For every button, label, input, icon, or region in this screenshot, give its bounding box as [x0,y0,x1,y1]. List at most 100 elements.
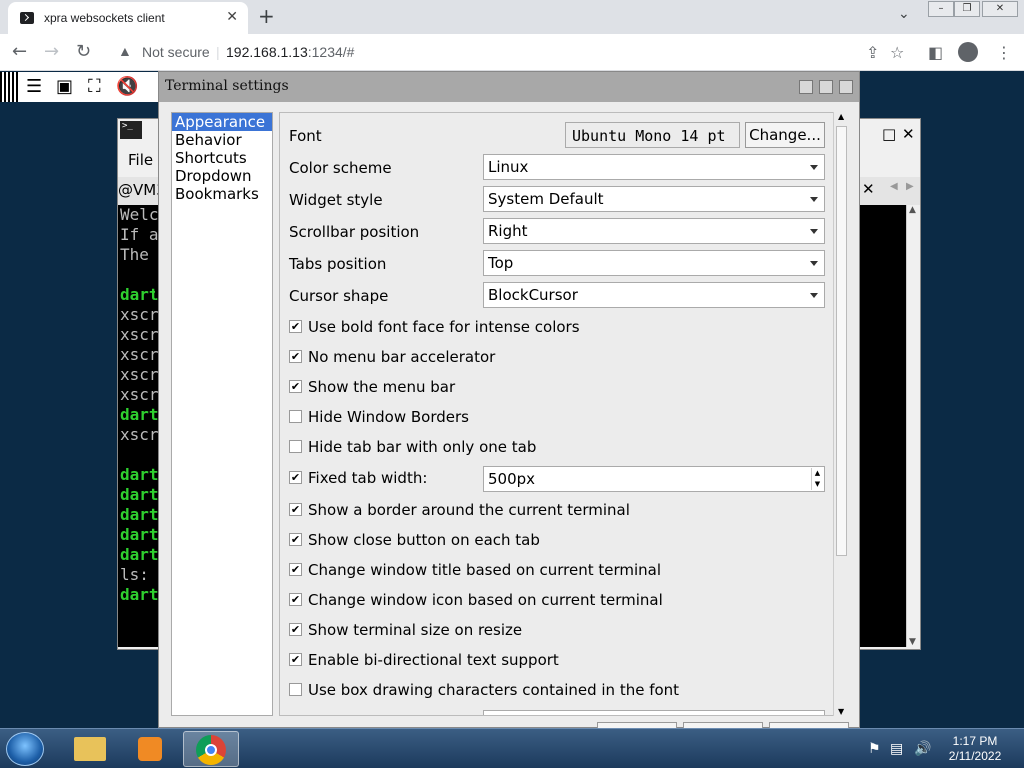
category-dropdown[interactable]: Dropdown [172,167,272,185]
minimize-window-button[interactable]: – [928,1,954,17]
back-arrow-icon[interactable]: ← [12,41,27,62]
network-icon[interactable]: ▤ [890,741,903,757]
volume-icon[interactable]: 🔊 [914,741,931,757]
address-bar[interactable]: ▲ Not secure | 192.168.1.13:1234/# [108,38,888,66]
category-bookmarks[interactable]: Bookmarks [172,185,272,203]
action-center-flag-icon[interactable]: ⚑ [868,741,881,757]
mute-speaker-icon[interactable]: 🔇 [116,76,138,97]
checkbox-icon[interactable]: ✔ [289,471,302,484]
checkbox-icon[interactable]: ✔ [289,503,302,516]
tab-close-icon[interactable]: ✕ [226,9,238,25]
terminal-close-icon[interactable]: ✕ [902,125,915,143]
terminal-scrollbar[interactable]: ▲ ▼ [906,205,920,647]
not-secure-label[interactable]: Not secure [142,44,210,60]
cursor-shape-label: Cursor shape [289,287,389,305]
dialog-title: Terminal settings [165,78,289,94]
dialog-minimize-icon[interactable] [799,80,813,94]
font-value: Ubuntu Mono 14 pt [565,122,740,148]
dropdown-arrow-icon [810,197,818,202]
file-explorer-taskbar-icon[interactable] [62,731,118,767]
color-scheme-select[interactable]: Linux [483,154,825,180]
dialog-maximize-icon[interactable] [819,80,833,94]
category-shortcuts[interactable]: Shortcuts [172,149,272,167]
windows-taskbar: ⚑ ▤ 🔊 1:17 PM 2/11/2022 [0,728,1024,768]
category-behavior[interactable]: Behavior [172,131,272,149]
share-icon[interactable]: ⇪ [866,43,879,62]
scroll-up-icon[interactable]: ▲ [838,112,844,121]
checkbox-icon[interactable]: ✔ [289,320,302,333]
dropdown-arrow-icon [810,229,818,234]
checkbox-icon[interactable]: ✔ [289,533,302,546]
scroll-up-icon[interactable]: ▲ [909,205,916,215]
checkbox-icon[interactable] [289,440,302,453]
chrome-taskbar-icon[interactable] [183,731,239,767]
scrollbar-thumb[interactable] [836,126,847,556]
settings-category-list: Appearance Behavior Shortcuts Dropdown B… [171,112,273,716]
checkbox-icon[interactable] [289,410,302,423]
address-separator: | [216,44,220,60]
terminal-tab-close-icon[interactable]: ✕ [862,180,875,198]
spin-up-icon[interactable]: ▲ [811,468,823,479]
dropdown-arrow-icon [810,293,818,298]
settings-scrollbar[interactable]: ▲ ▼ [833,112,849,716]
fullscreen-icon[interactable]: ⛶ [88,76,101,97]
side-panel-icon[interactable]: ◧ [928,43,943,62]
scroll-down-icon[interactable]: ▼ [838,707,844,716]
checkbox-icon[interactable]: ✔ [289,623,302,636]
checkbox-icon[interactable] [289,683,302,696]
dialog-close-icon[interactable] [839,80,853,94]
close-window-button[interactable]: ✕ [982,1,1018,17]
xpra-toolbar: ☰ ▣ ⛶ 🔇 [0,72,160,102]
terminal-app-icon: >_ [120,121,142,139]
fixed-tab-width-spinbox[interactable]: 500px ▲ ▼ [483,466,825,492]
category-appearance[interactable]: Appearance [172,113,272,131]
tab-scroll-left-icon[interactable]: ◀ [890,181,898,192]
new-tab-button[interactable]: + [258,4,275,28]
profile-avatar-icon[interactable] [958,42,978,62]
cursor-shape-select[interactable]: BlockCursor [483,282,825,308]
color-scheme-label: Color scheme [289,159,392,177]
change-font-button[interactable]: Change... [745,122,825,148]
clock-time: 1:17 PM [952,734,998,748]
terminal-favicon-icon [20,12,34,24]
checkbox-icon[interactable]: ✔ [289,563,302,576]
screenshot-icon[interactable]: ▣ [56,76,73,97]
xpra-drag-handle[interactable] [0,72,20,102]
dropdown-arrow-icon [810,261,818,266]
start-button[interactable] [6,732,44,766]
restore-window-button[interactable]: ❐ [954,1,980,17]
kebab-menu-icon[interactable]: ⋮ [996,43,1012,62]
media-player-taskbar-icon[interactable] [122,731,178,767]
forward-arrow-icon[interactable]: → [44,41,59,62]
tab-scroll-right-icon[interactable]: ▶ [906,181,914,192]
address-url[interactable]: 192.168.1.13:1234/# [226,44,354,60]
terminal-maximize-icon[interactable]: □ [882,125,896,143]
system-clock[interactable]: 1:17 PM 2/11/2022 [940,734,1010,764]
checkbox-icon[interactable]: ✔ [289,653,302,666]
scroll-down-icon[interactable]: ▼ [909,637,916,647]
tabs-position-label: Tabs position [289,255,387,273]
font-label: Font [289,127,322,145]
clipped-next-field [483,710,825,715]
spin-down-icon[interactable]: ▼ [811,479,823,490]
tabs-position-select[interactable]: Top [483,250,825,276]
widget-style-select[interactable]: System Default [483,186,825,212]
warning-triangle-icon[interactable]: ▲ [118,43,132,59]
checkbox-icon[interactable]: ✔ [289,380,302,393]
terminal-menu-file[interactable]: File [128,151,153,169]
browser-tab-bar: xpra websockets client ✕ + ⌄ – ❐ ✕ [0,0,1024,34]
checkbox-icon[interactable]: ✔ [289,593,302,606]
checkbox-icon[interactable]: ✔ [289,350,302,363]
browser-tab[interactable]: xpra websockets client ✕ [8,2,248,34]
clock-date: 2/11/2022 [948,749,1002,763]
dropdown-arrow-icon [810,165,818,170]
dialog-title-bar[interactable]: Terminal settings [159,72,859,102]
tab-search-chevron-icon[interactable]: ⌄ [898,6,910,22]
hamburger-menu-icon[interactable]: ☰ [26,76,42,97]
reload-icon[interactable]: ↻ [76,41,91,62]
bookmark-star-icon[interactable]: ☆ [890,43,904,62]
tab-title: xpra websockets client [44,11,165,25]
scrollbar-position-select[interactable]: Right [483,218,825,244]
terminal-settings-dialog: Terminal settings Appearance Behavior Sh… [158,71,860,738]
browser-toolbar: ← → ↻ ▲ Not secure | 192.168.1.13:1234/#… [0,34,1024,71]
